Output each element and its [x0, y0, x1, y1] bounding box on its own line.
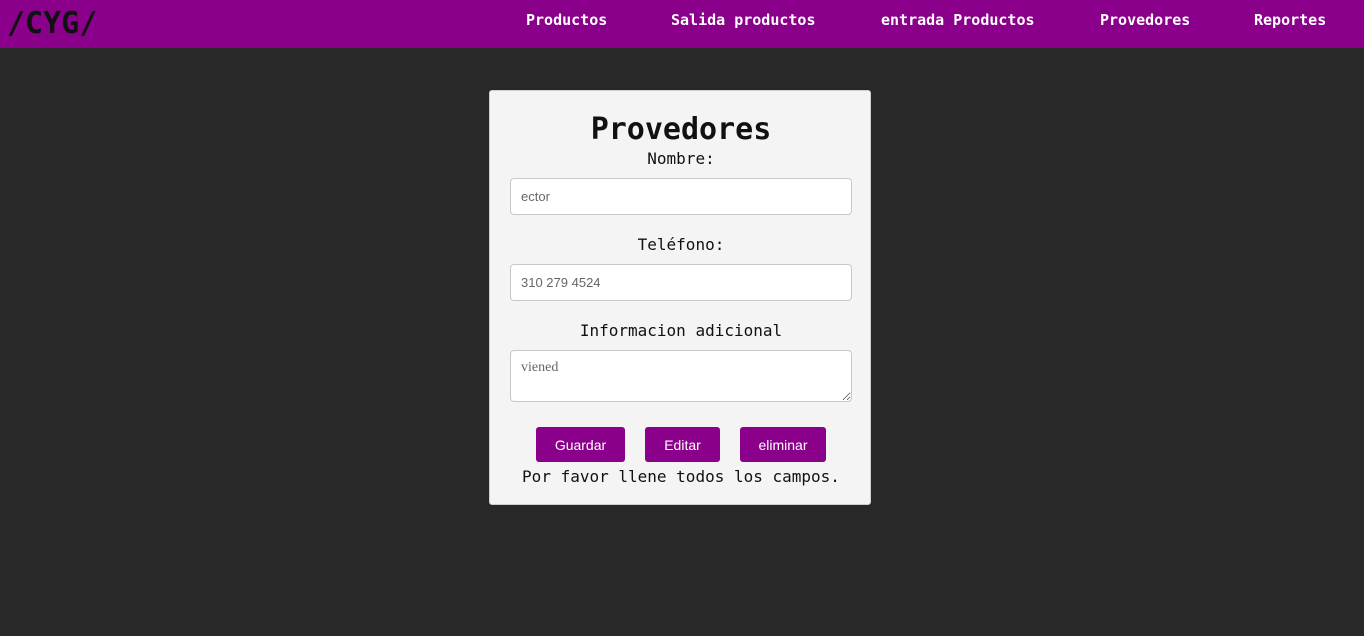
form-title: Provedores — [590, 112, 772, 147]
edit-button[interactable]: Editar — [645, 427, 720, 462]
save-button[interactable]: Guardar — [536, 427, 625, 462]
nav-salida-productos[interactable]: Salida productos — [671, 10, 816, 30]
nav-reportes[interactable]: Reportes — [1254, 10, 1326, 30]
nav-productos[interactable]: Productos — [526, 10, 607, 30]
app-logo[interactable]: /CYG/ — [7, 4, 97, 44]
nav-entrada-productos[interactable]: entrada Productos — [881, 10, 1035, 30]
validation-message: Por favor llene todos los campos. — [522, 467, 840, 486]
top-navbar: /CYG/ Productos Salida productos entrada… — [0, 0, 1364, 48]
additional-info-textarea[interactable] — [510, 350, 852, 402]
info-label: Informacion adicional — [579, 321, 783, 340]
nav-provedores[interactable]: Provedores — [1100, 10, 1190, 30]
name-input[interactable] — [510, 178, 852, 215]
supplier-form-card: Provedores Nombre: Teléfono: Informacion… — [489, 90, 871, 505]
name-label: Nombre: — [647, 149, 715, 168]
delete-button[interactable]: eliminar — [740, 427, 826, 462]
phone-label: Teléfono: — [637, 235, 725, 254]
phone-input[interactable] — [510, 264, 852, 301]
